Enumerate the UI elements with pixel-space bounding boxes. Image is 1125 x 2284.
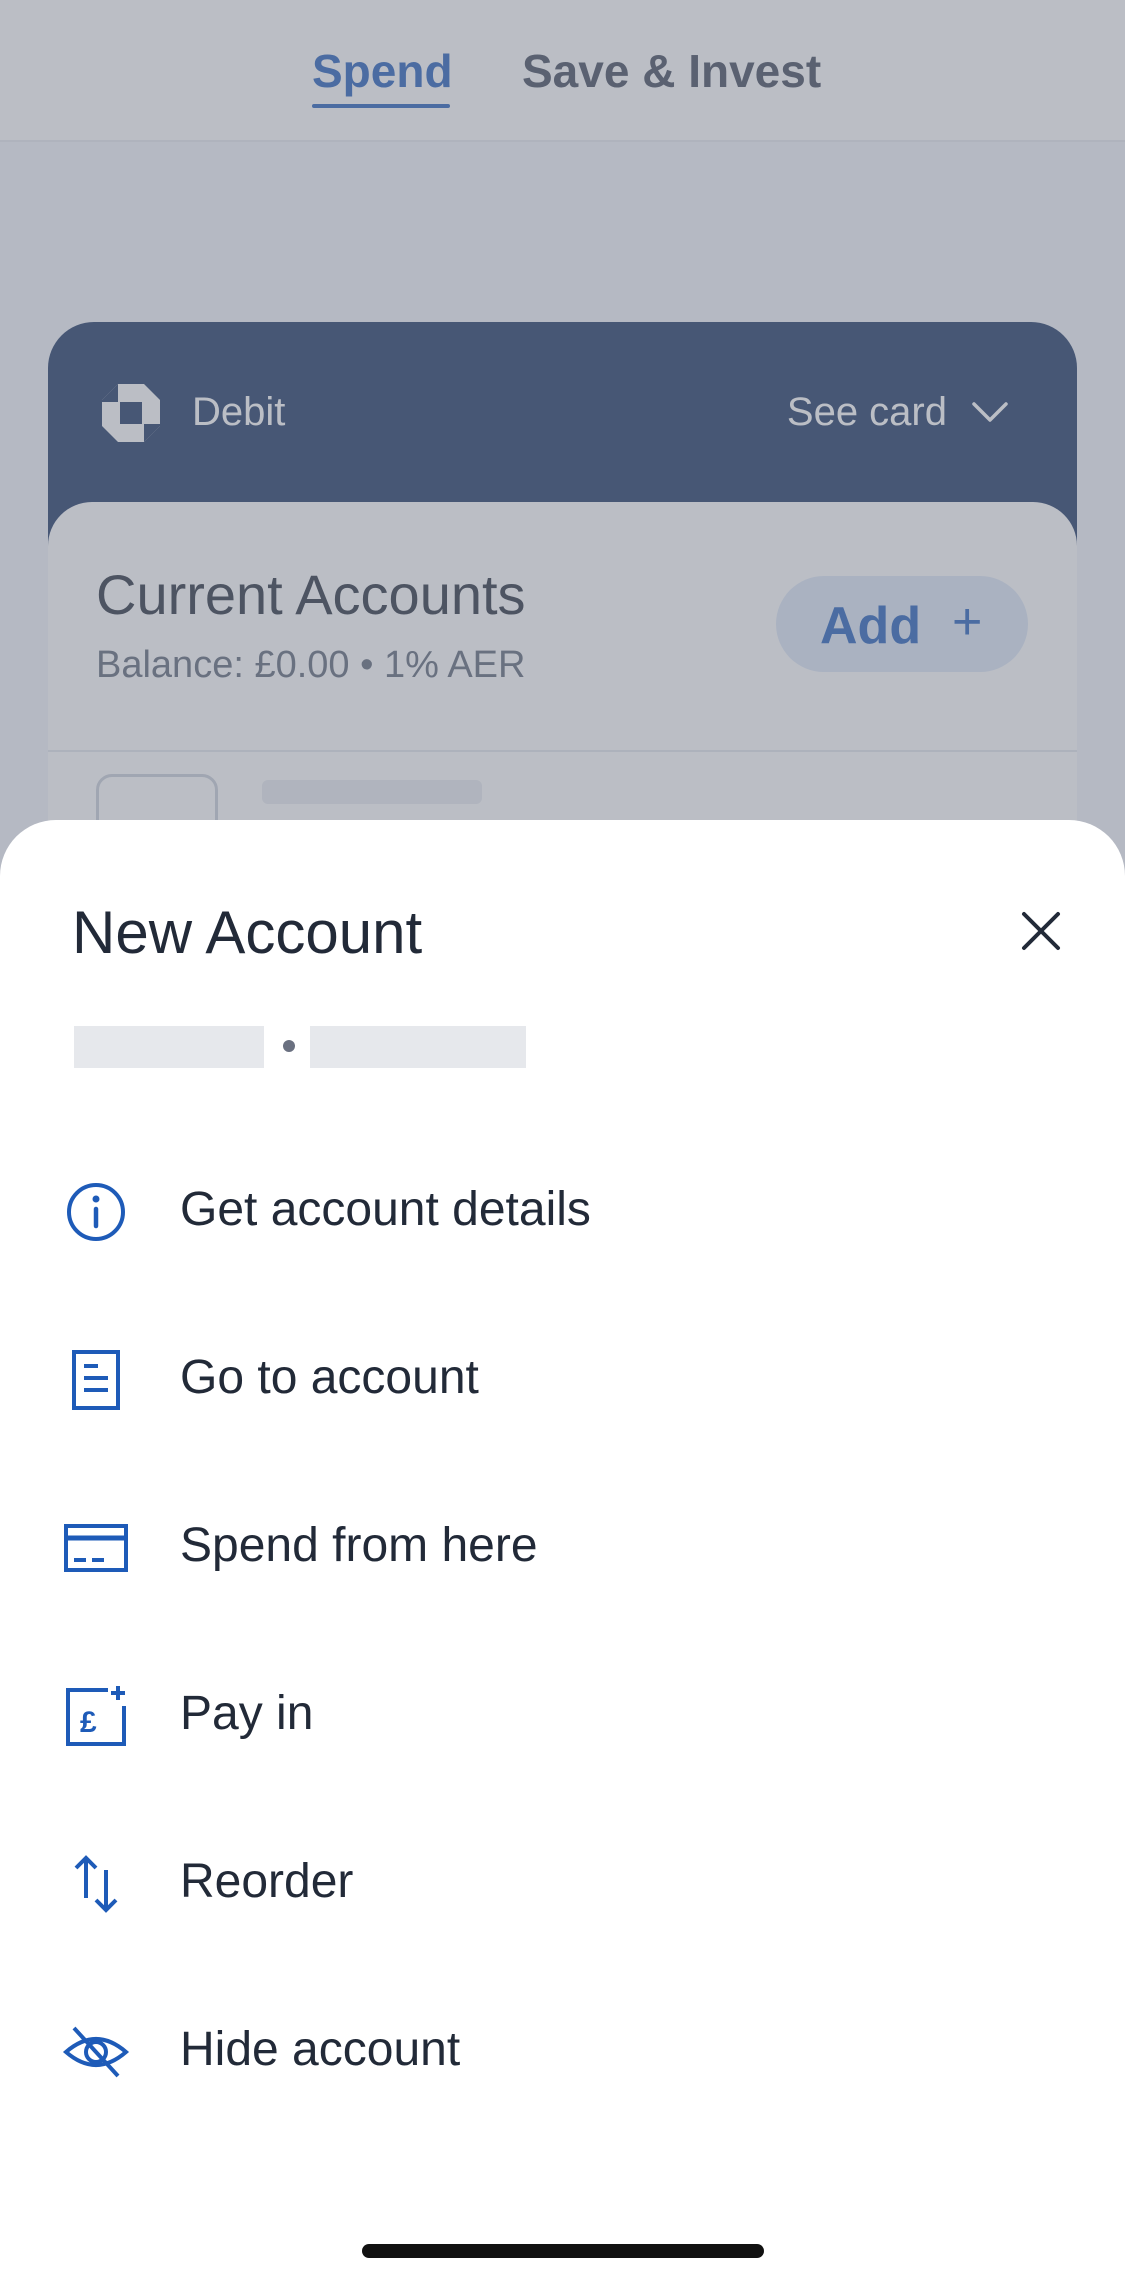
info-icon bbox=[67, 1183, 125, 1241]
document-icon bbox=[72, 1350, 120, 1410]
menu-item-pay-in[interactable]: £ Pay in bbox=[0, 1632, 1125, 1800]
sheet-title: New Account bbox=[72, 899, 423, 966]
eye-off-icon bbox=[62, 2026, 130, 2078]
menu-item-label: Reorder bbox=[180, 1855, 354, 1908]
menu-item-reorder[interactable]: Reorder bbox=[0, 1800, 1125, 1968]
menu-item-hide-account[interactable]: Hide account bbox=[0, 1968, 1125, 2136]
account-actions-sheet: New Account Get account details Go to ac… bbox=[0, 820, 1125, 2284]
svg-text:£: £ bbox=[80, 1706, 97, 1739]
redacted-sort-code bbox=[74, 1026, 264, 1068]
menu-item-get-account-details[interactable]: Get account details bbox=[0, 1128, 1125, 1296]
menu-item-go-to-account[interactable]: Go to account bbox=[0, 1296, 1125, 1464]
menu-item-label: Spend from here bbox=[180, 1519, 538, 1572]
close-icon bbox=[1022, 912, 1060, 950]
menu-item-spend-from-here[interactable]: Spend from here bbox=[0, 1464, 1125, 1632]
reorder-arrows-icon bbox=[74, 1855, 118, 1913]
menu-item-label: Hide account bbox=[180, 2023, 461, 2076]
separator-dot bbox=[283, 1040, 295, 1052]
pay-in-icon: £ bbox=[66, 1686, 126, 1746]
menu-item-label: Go to account bbox=[180, 1351, 479, 1404]
menu-item-label: Pay in bbox=[180, 1687, 314, 1740]
redacted-account-number bbox=[310, 1026, 526, 1068]
home-indicator[interactable] bbox=[362, 2244, 764, 2258]
close-button[interactable] bbox=[1010, 900, 1072, 962]
card-icon bbox=[64, 1524, 128, 1572]
menu-item-label: Get account details bbox=[180, 1183, 591, 1236]
